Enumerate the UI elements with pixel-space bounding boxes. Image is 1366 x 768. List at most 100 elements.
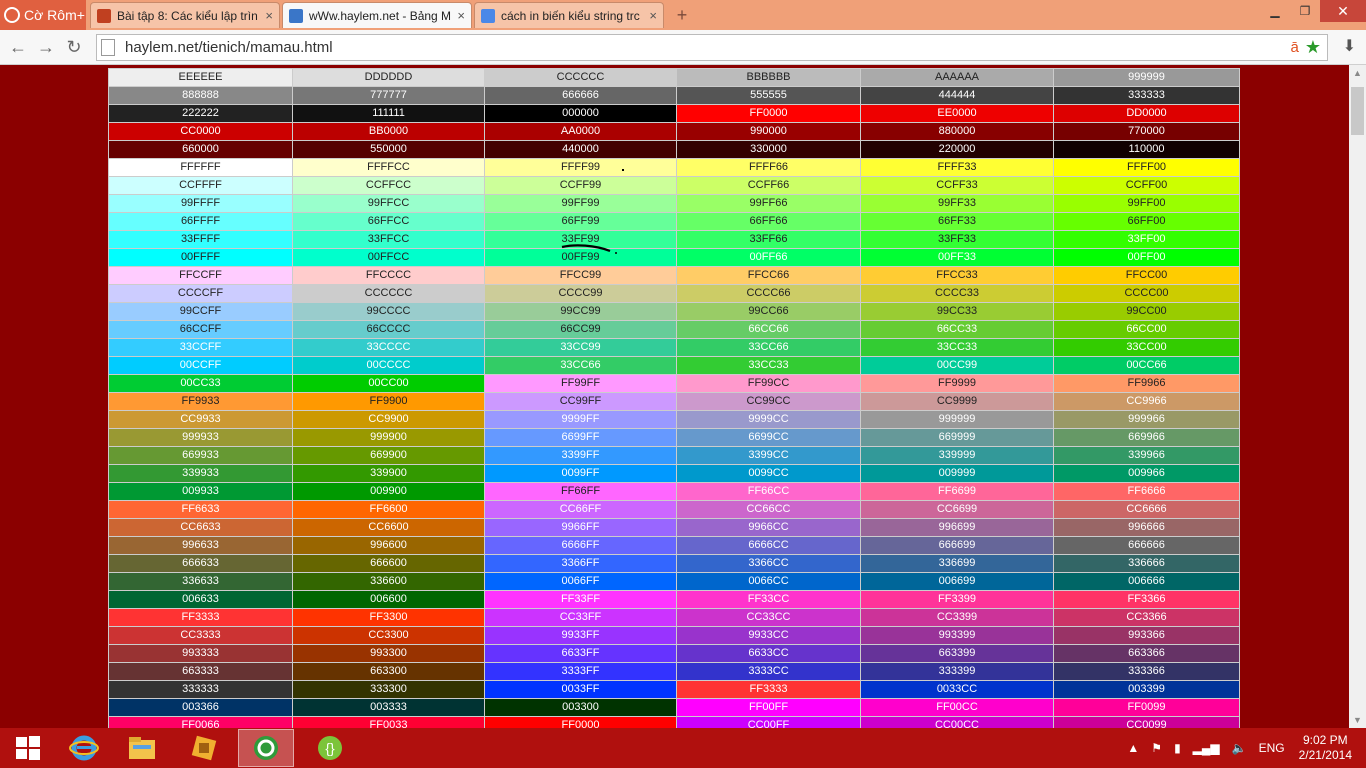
color-cell[interactable]: 99CC99 [484, 302, 677, 321]
color-cell[interactable]: 990000 [676, 122, 861, 141]
color-cell[interactable]: 440000 [484, 140, 677, 159]
color-cell[interactable]: 333366 [1053, 662, 1240, 681]
color-cell[interactable]: CC9900 [292, 410, 485, 429]
color-cell[interactable]: 66CCCC [292, 320, 485, 339]
color-cell[interactable]: 99CCFF [108, 302, 293, 321]
color-cell[interactable]: CC3366 [1053, 608, 1240, 627]
color-cell[interactable]: 555555 [676, 86, 861, 105]
color-cell[interactable]: CCFFFF [108, 176, 293, 195]
color-cell[interactable]: 99FFFF [108, 194, 293, 213]
bookmark-star-icon[interactable]: ★ [1305, 37, 1321, 58]
color-cell[interactable]: FF3399 [860, 590, 1054, 609]
color-cell[interactable]: DDDDDD [292, 68, 485, 87]
tab-close-icon[interactable]: × [649, 8, 657, 23]
color-cell[interactable]: 000000 [484, 104, 677, 123]
color-cell[interactable]: CC6633 [108, 518, 293, 537]
color-cell[interactable]: 006633 [108, 590, 293, 609]
color-cell[interactable]: FF99CC [676, 374, 861, 393]
color-cell[interactable]: 9933CC [676, 626, 861, 645]
tab-close-icon[interactable]: × [457, 8, 465, 23]
color-cell[interactable]: 339966 [1053, 446, 1240, 465]
color-cell[interactable]: 669999 [860, 428, 1054, 447]
color-cell[interactable]: 0066FF [484, 572, 677, 591]
back-icon[interactable]: ← [6, 36, 30, 58]
color-cell[interactable]: 220000 [860, 140, 1054, 159]
color-cell[interactable]: FFFF99 [484, 158, 677, 177]
tab-close-icon[interactable]: × [265, 8, 273, 23]
color-cell[interactable]: CC9999 [860, 392, 1054, 411]
color-cell[interactable]: 3333FF [484, 662, 677, 681]
color-cell[interactable]: 009999 [860, 464, 1054, 483]
browser-brand[interactable]: Cờ Rôm+ [0, 0, 86, 30]
color-cell[interactable]: 6666FF [484, 536, 677, 555]
color-cell[interactable]: 9999CC [676, 410, 861, 429]
color-cell[interactable]: CC3300 [292, 626, 485, 645]
color-cell[interactable]: 33FF66 [676, 230, 861, 249]
color-cell[interactable]: FF0000 [484, 716, 677, 728]
color-cell[interactable]: FFFF00 [1053, 158, 1240, 177]
color-cell[interactable]: FF0099 [1053, 698, 1240, 717]
color-cell[interactable]: CCCCCC [484, 68, 677, 87]
color-cell[interactable]: 339900 [292, 464, 485, 483]
color-cell[interactable]: 999966 [1053, 410, 1240, 429]
box-app-taskbar-button[interactable] [176, 729, 232, 767]
color-cell[interactable]: 444444 [860, 86, 1054, 105]
color-cell[interactable]: 339999 [860, 446, 1054, 465]
color-cell[interactable]: 33CC00 [1053, 338, 1240, 357]
color-cell[interactable]: 663333 [108, 662, 293, 681]
color-cell[interactable]: 333300 [292, 680, 485, 699]
url-input[interactable] [123, 38, 1291, 57]
color-cell[interactable]: 669900 [292, 446, 485, 465]
color-cell[interactable]: CCFF00 [1053, 176, 1240, 195]
color-cell[interactable]: CC33FF [484, 608, 677, 627]
close-window-icon[interactable]: ✕ [1320, 0, 1366, 22]
color-cell[interactable]: FFCCCC [292, 266, 485, 285]
color-cell[interactable]: 66CC66 [676, 320, 861, 339]
color-cell[interactable]: 993333 [108, 644, 293, 663]
color-cell[interactable]: FFFFCC [292, 158, 485, 177]
color-cell[interactable]: 9933FF [484, 626, 677, 645]
color-cell[interactable]: 6699CC [676, 428, 861, 447]
color-cell[interactable]: 666666 [484, 86, 677, 105]
color-cell[interactable]: 006600 [292, 590, 485, 609]
color-cell[interactable]: CC6699 [860, 500, 1054, 519]
color-cell[interactable]: FF0000 [676, 104, 861, 123]
color-cell[interactable]: 666633 [108, 554, 293, 573]
color-cell[interactable]: 00FFFF [108, 248, 293, 267]
color-cell[interactable]: 6699FF [484, 428, 677, 447]
color-cell[interactable]: CCCCFF [108, 284, 293, 303]
color-cell[interactable]: 009900 [292, 482, 485, 501]
color-cell[interactable]: 66CCFF [108, 320, 293, 339]
color-cell[interactable]: CCCC00 [1053, 284, 1240, 303]
color-cell[interactable]: FFCC00 [1053, 266, 1240, 285]
color-cell[interactable]: 00FF00 [1053, 248, 1240, 267]
tab-2[interactable]: wWw.haylem.net - Bảng M × [282, 2, 472, 28]
color-cell[interactable]: 66CC00 [1053, 320, 1240, 339]
color-cell[interactable]: 993399 [860, 626, 1054, 645]
color-cell[interactable]: EE0000 [860, 104, 1054, 123]
color-cell[interactable]: 333333 [1053, 86, 1240, 105]
volume-icon[interactable]: 🔈 [1232, 741, 1247, 755]
color-cell[interactable]: 33CC99 [484, 338, 677, 357]
color-cell[interactable]: CC00FF [676, 716, 861, 728]
color-cell[interactable]: CCFF99 [484, 176, 677, 195]
color-cell[interactable]: 3333CC [676, 662, 861, 681]
color-cell[interactable]: FF3333 [676, 680, 861, 699]
color-cell[interactable]: BBBBBB [676, 68, 861, 87]
color-cell[interactable]: 99FF99 [484, 194, 677, 213]
clock[interactable]: 9:02 PM 2/21/2014 [1299, 733, 1352, 763]
color-cell[interactable]: FF9933 [108, 392, 293, 411]
download-icon[interactable]: ⬇ [1343, 36, 1356, 56]
color-cell[interactable]: 00CCFF [108, 356, 293, 375]
color-cell[interactable]: 99FFCC [292, 194, 485, 213]
color-cell[interactable]: 33FF99 [484, 230, 677, 249]
color-cell[interactable]: CC66FF [484, 500, 677, 519]
reload-icon[interactable]: ↻ [62, 36, 86, 58]
color-cell[interactable]: 00CC66 [1053, 356, 1240, 375]
color-cell[interactable]: FFCC99 [484, 266, 677, 285]
color-cell[interactable]: 3399FF [484, 446, 677, 465]
color-cell[interactable]: FF00CC [860, 698, 1054, 717]
color-cell[interactable]: 99CCCC [292, 302, 485, 321]
color-cell[interactable]: CC99FF [484, 392, 677, 411]
color-cell[interactable]: 6633FF [484, 644, 677, 663]
